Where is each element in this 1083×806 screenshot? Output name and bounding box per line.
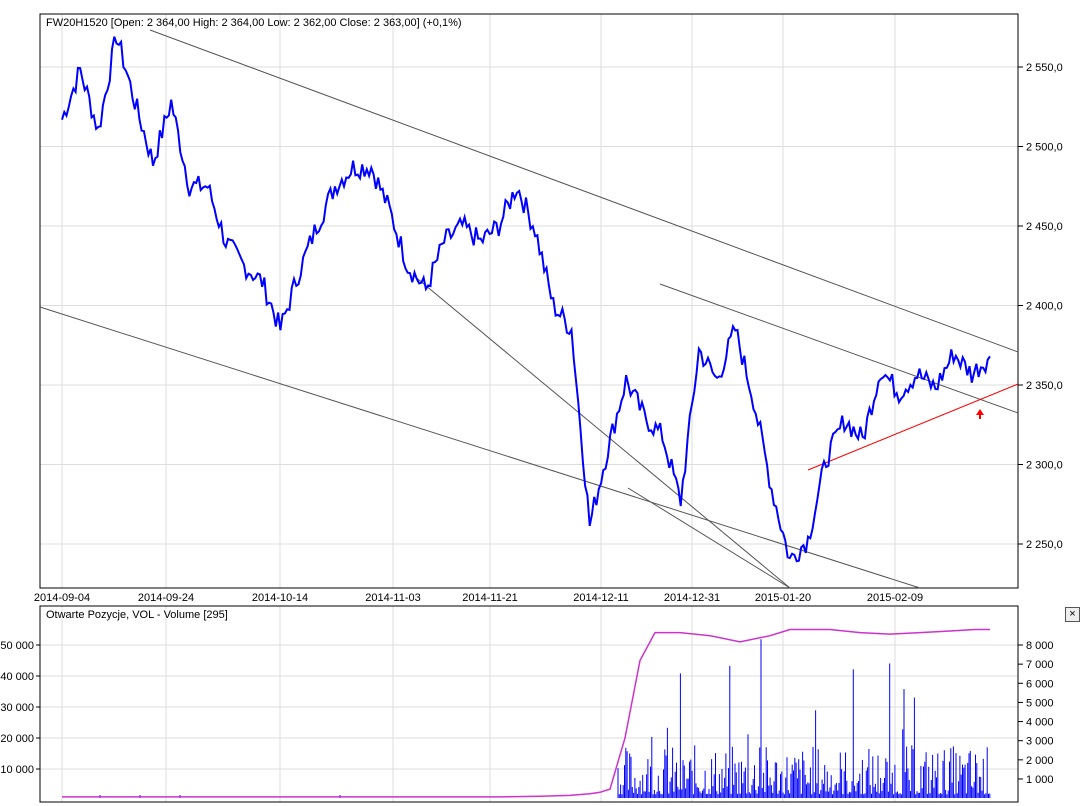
red-arrow-marker [976,409,984,419]
x-tick-label: 2014-11-03 [365,592,420,604]
y-tick-label: 2 400,0 [1026,301,1063,313]
right-y-tick-label: 8 000 [1026,640,1054,652]
left-y-tick-label: 10 000 [0,764,34,776]
y-tick-label: 2 550,0 [1026,62,1063,74]
right-y-tick-label: 4 000 [1026,717,1054,729]
open-interest-line [62,628,990,798]
x-tick-label: 2014-11-21 [462,592,517,604]
left-y-tick-label: 40 000 [0,671,34,683]
x-tick-label: 2014-12-31 [664,592,720,604]
price-plot-frame [39,13,1019,589]
right-y-tick-label: 3 000 [1026,736,1054,748]
right-y-tick-label: 5 000 [1026,697,1054,709]
x-tick-label: 2015-02-09 [867,592,923,604]
x-tick-label: 2014-12-11 [573,592,628,604]
volume-plot-frame [39,605,1019,803]
right-y-tick-label: 7 000 [1026,659,1054,671]
trend-line [659,283,1019,414]
y-tick-label: 2 500,0 [1026,142,1063,154]
close-panel-button[interactable]: × [1065,607,1080,622]
x-tick-label: 2014-09-24 [138,592,194,604]
left-y-tick-label: 20 000 [0,733,34,745]
trend-line [627,487,791,589]
left-y-tick-label: 50 000 [0,640,34,652]
y-tick-label: 2 250,0 [1026,539,1063,551]
y-tick-label: 2 300,0 [1026,460,1063,472]
chart-canvas: 2 550,0 2 500,0 2 450,0 2 400,0 2 350,0 2 300… [0,13,1063,803]
y-tick-label: 2 450,0 [1026,221,1063,233]
x-tick-label: 2015-01-20 [755,592,811,604]
x-tick-label: 2014-09-04 [34,592,90,604]
volume-chart-title: Otwarte Pozycje, VOL - Volume [295] [46,609,228,621]
price-chart-title: FW20H1520 [Open: 2 364,00 High: 2 364,00… [46,17,462,29]
right-y-tick-label: 1 000 [1026,774,1054,786]
left-y-tick-label: 30 000 [0,702,34,714]
y-tick-label: 2 350,0 [1026,380,1063,392]
x-tick-label: 2014-10-14 [252,592,308,604]
right-y-tick-label: 2 000 [1026,755,1054,767]
price-series-line [61,36,991,563]
right-y-tick-label: 6 000 [1026,678,1054,690]
trend-line [39,306,921,589]
